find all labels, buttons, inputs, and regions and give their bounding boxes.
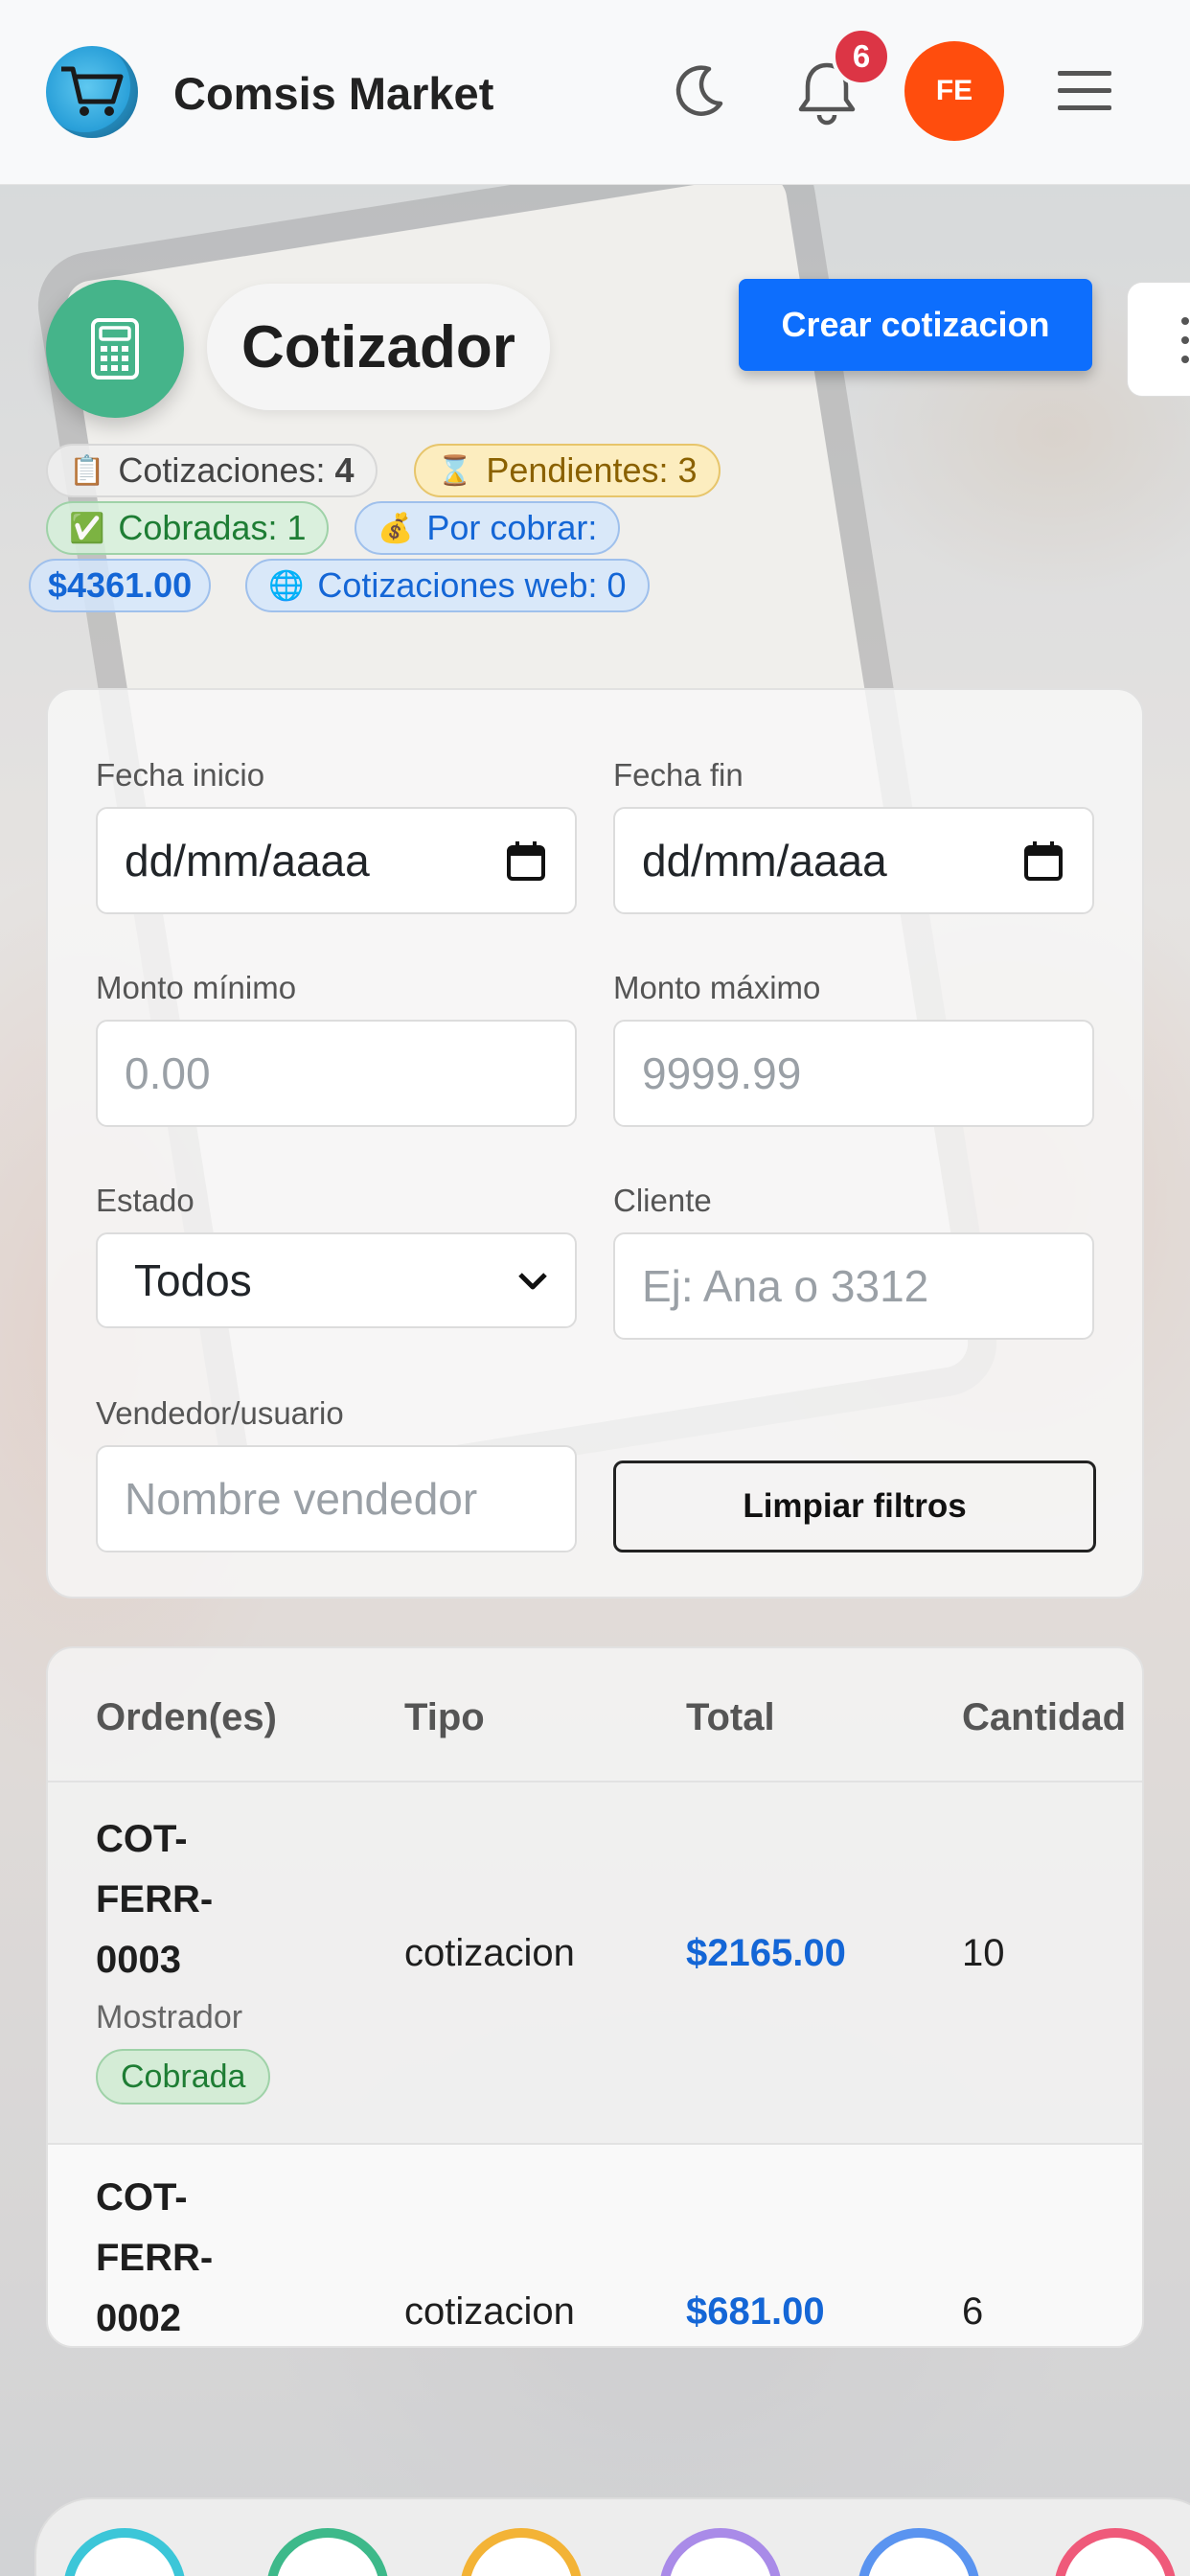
moon-icon[interactable] bbox=[671, 63, 726, 119]
estado-label: Estado bbox=[96, 1183, 195, 1218]
monto-minimo-label: Monto mínimo bbox=[96, 970, 297, 1005]
fecha-inicio-label: Fecha inicio bbox=[96, 757, 265, 793]
monto-minimo-input[interactable]: 0.00 bbox=[96, 1020, 577, 1127]
order-origin: Mostrador bbox=[96, 1999, 243, 2036]
vendedor-label: Vendedor/usuario bbox=[96, 1395, 344, 1431]
column-header-cantidad[interactable]: Cantidad bbox=[962, 1696, 1126, 1739]
logo[interactable] bbox=[46, 46, 138, 138]
calendar-icon[interactable] bbox=[1023, 841, 1064, 882]
column-header-tipo[interactable]: Tipo bbox=[404, 1696, 485, 1739]
stat-pendientes: ⌛ Pendientes: 3 bbox=[414, 444, 721, 497]
order-total: $681.00 bbox=[686, 2290, 825, 2333]
fecha-fin-label: Fecha fin bbox=[613, 757, 744, 793]
cliente-label: Cliente bbox=[613, 1183, 712, 1218]
order-number[interactable]: COT- FERR- 0003 bbox=[96, 1809, 259, 1990]
hamburger-icon[interactable] bbox=[1058, 69, 1111, 113]
order-type: cotizacion bbox=[404, 1932, 575, 1974]
create-quote-button[interactable]: Crear cotizacion bbox=[739, 279, 1092, 371]
order-quantity: 10 bbox=[962, 1932, 1005, 1974]
calculator-icon bbox=[46, 280, 184, 418]
estado-select[interactable]: Todos bbox=[96, 1232, 577, 1328]
fecha-fin-input[interactable]: dd/mm/aaaa bbox=[613, 807, 1094, 914]
filters-panel: Fecha inicio dd/mm/aaaa Fecha fin dd/mm/… bbox=[46, 688, 1144, 1598]
more-options-button[interactable] bbox=[1127, 282, 1190, 397]
column-header-orden[interactable]: Orden(es) bbox=[96, 1696, 277, 1739]
avatar[interactable]: FE bbox=[904, 41, 1004, 141]
monto-maximo-input[interactable]: 9999.99 bbox=[613, 1020, 1094, 1127]
column-header-total[interactable]: Total bbox=[686, 1696, 775, 1739]
stat-cotizaciones: 📋 Cotizaciones: 4 bbox=[46, 444, 378, 497]
globe-icon: 🌐 bbox=[268, 569, 305, 602]
bottom-navigation bbox=[34, 2497, 1190, 2576]
chevron-down-icon bbox=[518, 1273, 547, 1290]
vendedor-input[interactable]: Nombre vendedor bbox=[96, 1445, 577, 1552]
check-box-icon: ✅ bbox=[69, 512, 105, 544]
stat-por-cobrar: 💰 Por cobrar: bbox=[355, 501, 621, 555]
brand-name[interactable]: Comsis Market bbox=[173, 67, 493, 120]
page-title: Cotizador bbox=[207, 284, 550, 410]
notification-count-badge: 6 bbox=[832, 27, 891, 86]
shopping-cart-icon bbox=[61, 66, 124, 116]
cliente-input[interactable]: Ej: Ana o 3312 bbox=[613, 1232, 1094, 1340]
clipboard-icon: 📋 bbox=[69, 454, 105, 487]
stat-cotizaciones-web: 🌐 Cotizaciones web: 0 bbox=[245, 559, 650, 612]
monto-maximo-label: Monto máximo bbox=[613, 970, 821, 1005]
status-badge: Cobrada bbox=[96, 2049, 271, 2104]
fecha-inicio-input[interactable]: dd/mm/aaaa bbox=[96, 807, 577, 914]
calendar-icon[interactable] bbox=[506, 841, 546, 882]
stat-cobradas: ✅ Cobradas: 1 bbox=[46, 501, 330, 555]
hourglass-icon: ⌛ bbox=[437, 454, 473, 487]
order-quantity: 6 bbox=[962, 2290, 984, 2333]
order-total: $2165.00 bbox=[686, 1932, 846, 1974]
money-bag-icon: 💰 bbox=[378, 512, 414, 544]
top-navbar: Comsis Market 6 FE bbox=[0, 0, 1190, 185]
order-number[interactable]: COT- FERR- 0002 bbox=[96, 2168, 259, 2346]
quotes-table: Orden(es) Tipo Total Cantidad COT- FERR-… bbox=[46, 1646, 1144, 2348]
clear-filters-button[interactable]: Limpiar filtros bbox=[613, 1460, 1096, 1552]
stat-por-cobrar-value: $4361.00 bbox=[29, 559, 212, 612]
order-type: cotizacion bbox=[404, 2290, 575, 2333]
